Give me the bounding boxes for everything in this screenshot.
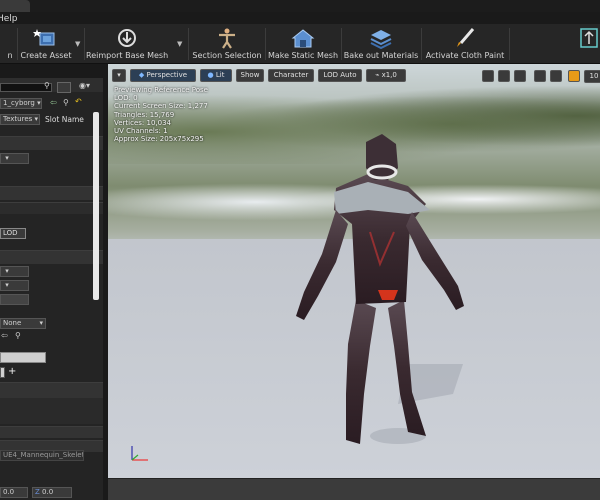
title-bar xyxy=(0,0,600,12)
textures-dropdown[interactable]: Textures ▾ xyxy=(0,114,40,125)
details-scrollbar[interactable] xyxy=(93,112,99,300)
section-selection-button[interactable]: Section Selection xyxy=(192,24,262,64)
surface-snap-icon[interactable] xyxy=(534,70,546,82)
stats-line: Vertices: 10,034 xyxy=(114,118,171,127)
show-button[interactable]: Show xyxy=(236,69,264,82)
menu-bar xyxy=(0,13,600,24)
stats-line: Previewing Reference Pose xyxy=(114,86,208,94)
section-selection-icon xyxy=(219,28,235,49)
section-header xyxy=(0,202,103,214)
property-dropdown[interactable]: ▾ xyxy=(0,266,29,277)
view-options-button[interactable] xyxy=(57,82,71,93)
stats-line: Triangles: 15,769 xyxy=(114,110,175,119)
axis-gizmo xyxy=(131,446,148,461)
slot-name-header: Slot Name xyxy=(45,115,84,124)
use-selected-icon[interactable]: ⇦ xyxy=(1,331,8,340)
stats-line: Approx Size: 205x75x295 xyxy=(114,135,204,144)
section-header xyxy=(0,250,103,264)
property-field[interactable] xyxy=(0,367,5,378)
create-asset-button[interactable]: Create Asset xyxy=(20,24,72,64)
property-dropdown[interactable]: ▾ xyxy=(0,280,29,291)
menu-help[interactable]: Help xyxy=(0,14,18,24)
create-asset-dropdown-arrow[interactable]: ▼ xyxy=(75,40,80,48)
playback-speed-button[interactable]: ⌁ x1,0 xyxy=(366,69,406,82)
reimport-icon xyxy=(118,29,136,47)
toolbar-divider xyxy=(84,28,85,60)
coord-z-field[interactable]: Z 0.0 xyxy=(32,487,72,498)
reimport-dropdown-arrow[interactable]: ▼ xyxy=(177,40,182,48)
section-header xyxy=(0,426,103,438)
reimport-base-mesh-button[interactable]: Reimport Base Mesh xyxy=(86,24,168,64)
lit-button[interactable]: ● Lit xyxy=(200,69,232,82)
lit-icon: ● xyxy=(207,71,216,79)
property-field[interactable] xyxy=(0,294,29,305)
property-dropdown[interactable]: ▾ xyxy=(0,153,29,164)
lod-auto-button[interactable]: LOD Auto xyxy=(318,69,362,82)
rotate-icon[interactable] xyxy=(498,70,510,82)
toolbar: n Create Asset ▼ Reimport Base Mesh ▼ Se… xyxy=(0,24,600,64)
coord-y-field[interactable]: 0.0 xyxy=(0,487,28,498)
section-header xyxy=(0,382,103,398)
viewport-stats: Previewing Reference Pose LOD: 0 Current… xyxy=(114,86,208,143)
bake-materials-icon xyxy=(370,30,392,49)
mesh-asset-dropdown[interactable]: 1_cyborg ▾ xyxy=(0,98,42,109)
cloth-paint-icon xyxy=(457,28,475,47)
reset-icon[interactable]: ↶ xyxy=(75,97,82,106)
activate-cloth-paint-button[interactable]: Activate Cloth Paint xyxy=(423,24,507,64)
bake-out-materials-button[interactable]: Bake out Materials xyxy=(343,24,419,64)
add-element-icon[interactable]: + xyxy=(8,366,16,377)
grid-snap-icon[interactable] xyxy=(568,70,580,82)
property-row xyxy=(0,398,103,424)
toolbar-divider xyxy=(17,28,18,60)
scale-icon[interactable] xyxy=(514,70,526,82)
create-asset-icon xyxy=(33,29,55,46)
stats-line: UV Channels: 1 xyxy=(114,127,168,136)
section-header xyxy=(0,136,103,150)
section-header xyxy=(0,186,103,200)
perspective-button[interactable]: ◆ Perspective xyxy=(130,69,196,82)
browse-icon[interactable]: ⚲ xyxy=(15,331,21,340)
world-icon[interactable] xyxy=(550,70,562,82)
character-button[interactable]: Character xyxy=(268,69,314,82)
mode-icon xyxy=(580,28,598,48)
property-field[interactable] xyxy=(0,352,46,363)
details-panel: ⚲ ◉▾ 1_cyborg ▾ ⇦ ⚲ ↶ Textures ▾ Slot Na… xyxy=(0,78,103,500)
viewport-toolbar: ▾ ◆ Perspective ● Lit Show Character LOD… xyxy=(108,64,600,86)
skeleton-dropdown[interactable]: UE4_Mannequin_Skeleton xyxy=(0,450,84,461)
mode-toggle-button[interactable] xyxy=(578,24,600,64)
search-icon: ⚲ xyxy=(44,81,50,90)
none-dropdown[interactable]: None ▾ xyxy=(0,318,46,329)
translate-icon[interactable] xyxy=(482,70,494,82)
toolbar-divider xyxy=(509,28,510,60)
use-asset-icon[interactable]: ⇦ xyxy=(50,98,57,107)
make-static-mesh-button[interactable]: Make Static Mesh xyxy=(267,24,339,64)
toolbar-divider xyxy=(421,28,422,60)
toolbar-divider xyxy=(188,28,189,60)
toolbar-divider xyxy=(341,28,342,60)
viewport-options-button[interactable]: ▾ xyxy=(112,69,126,82)
stats-line: Current Screen Size: 1,277 xyxy=(114,102,208,111)
lod-button[interactable]: LOD xyxy=(0,228,26,239)
eye-icon[interactable]: ◉▾ xyxy=(79,81,90,90)
perspective-icon: ◆ xyxy=(138,71,147,79)
browse-search-icon[interactable]: ⚲ xyxy=(63,98,69,107)
preview-viewport[interactable]: ▾ ◆ Perspective ● Lit Show Character LOD… xyxy=(108,64,600,500)
editor-tab[interactable] xyxy=(0,0,30,12)
grid-size-dropdown[interactable]: 10 xyxy=(584,70,600,83)
toolbar-divider xyxy=(265,28,266,60)
viewport-bottom-bar xyxy=(108,478,600,500)
static-mesh-icon xyxy=(291,29,315,48)
